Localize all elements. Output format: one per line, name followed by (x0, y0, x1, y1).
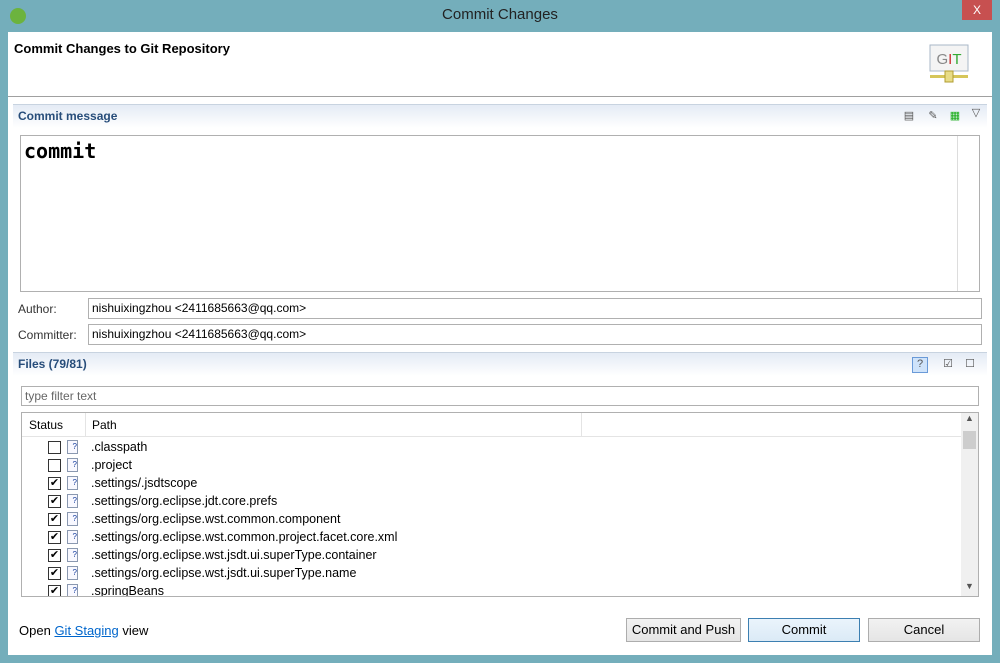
scrollbar[interactable]: ▲ ▼ (961, 413, 978, 596)
amend-icon[interactable]: ▤ (901, 109, 917, 125)
include-checkbox[interactable]: ✔ (48, 477, 61, 490)
window-title: Commit Changes (442, 6, 558, 23)
cancel-button[interactable]: Cancel (868, 618, 980, 642)
svg-text:GIT: GIT (936, 51, 961, 68)
include-checkbox[interactable]: ✔ (48, 549, 61, 562)
view-menu-icon[interactable]: ▽ (968, 106, 984, 122)
table-row[interactable]: ✔ ? .settings/org.eclipse.wst.common.pro… (22, 528, 962, 546)
committer-label: Committer: (18, 328, 77, 342)
files-section: Files (79/81) ? ☑ ☐ (13, 352, 987, 376)
table-row[interactable]: ✔ ? .settings/org.eclipse.jdt.core.prefs (22, 492, 962, 510)
author-field[interactable]: nishuixingzhou <2411685663@qq.com> (88, 298, 982, 319)
commit-and-push-button[interactable]: Commit and Push (626, 618, 741, 642)
include-checkbox[interactable]: ✔ (48, 531, 61, 544)
table-header: Status Path (22, 413, 962, 437)
show-untracked-icon[interactable]: ? (912, 357, 928, 373)
table-row[interactable]: ? .project (22, 456, 962, 474)
file-path: .settings/org.eclipse.wst.jsdt.ui.superT… (91, 566, 357, 580)
table-row[interactable]: ✔ ? .settings/.jsdtscope (22, 474, 962, 492)
file-path: .classpath (91, 440, 148, 454)
commit-button[interactable]: Commit (748, 618, 860, 642)
untracked-xml-file-icon: ? (67, 512, 78, 526)
include-checkbox[interactable] (48, 459, 61, 472)
signed-off-icon[interactable]: ✎ (925, 109, 941, 125)
dialog-body: Commit Changes to Git Repository GIT Com… (8, 32, 992, 655)
untracked-text-file-icon: ? (67, 584, 78, 596)
filter-input[interactable]: type filter text (21, 386, 979, 406)
untracked-text-file-icon: ? (67, 566, 78, 580)
untracked-xml-file-icon: ? (67, 458, 78, 472)
include-checkbox[interactable]: ✔ (48, 567, 61, 580)
file-path: .settings/org.eclipse.wst.jsdt.ui.superT… (91, 548, 377, 562)
file-path: .springBeans (91, 584, 164, 597)
close-button[interactable]: X (962, 0, 992, 20)
table-row[interactable]: ✔ ? .settings/org.eclipse.wst.jsdt.ui.su… (22, 564, 962, 582)
include-checkbox[interactable]: ✔ (48, 513, 61, 526)
staging-view-text: Open Git Staging view (19, 623, 149, 638)
untracked-xml-file-icon: ? (67, 440, 78, 454)
commit-message-section: Commit message ▤ ✎ ▦ ▽ (13, 104, 987, 128)
dialog-header: Commit Changes to Git Repository GIT (8, 32, 992, 97)
section-title: Files (79/81) (18, 357, 87, 371)
file-path: .settings/org.eclipse.wst.common.compone… (91, 512, 341, 526)
title-bar: Commit Changes X (0, 0, 1000, 32)
untracked-xml-file-icon: ? (67, 530, 78, 544)
commit-message-text: commit (24, 139, 97, 163)
file-path: .settings/.jsdtscope (91, 476, 198, 490)
include-checkbox[interactable]: ✔ (48, 585, 61, 596)
scrollbar-thumb[interactable] (963, 431, 976, 449)
column-path[interactable]: Path (92, 418, 117, 432)
table-row[interactable]: ✔ ? .settings/org.eclipse.wst.common.com… (22, 510, 962, 528)
files-table: Status Path ? .classpath ? .project ✔ ? .… (21, 412, 979, 597)
change-id-icon[interactable]: ▦ (947, 109, 963, 125)
git-staging-link[interactable]: Git Staging (54, 623, 118, 638)
commit-message-input[interactable]: commit (20, 135, 980, 292)
file-path: .project (91, 458, 132, 472)
table-row[interactable]: ? .classpath (22, 438, 962, 456)
untracked-text-file-icon: ? (67, 548, 78, 562)
committer-field[interactable]: nishuixingzhou <2411685663@qq.com> (88, 324, 982, 345)
include-checkbox[interactable] (48, 441, 61, 454)
untracked-text-file-icon: ? (67, 494, 78, 508)
select-all-icon[interactable]: ☑ (940, 357, 956, 373)
include-checkbox[interactable]: ✔ (48, 495, 61, 508)
column-status[interactable]: Status (29, 418, 63, 432)
deselect-all-icon[interactable]: ☐ (962, 357, 978, 373)
file-path: .settings/org.eclipse.wst.common.project… (91, 530, 398, 544)
section-title: Commit message (18, 109, 118, 123)
file-path: .settings/org.eclipse.jdt.core.prefs (91, 494, 278, 508)
git-logo-icon: GIT (929, 44, 969, 83)
table-row[interactable]: ✔ ? .springBeans (22, 582, 962, 597)
untracked-xml-file-icon: ? (67, 476, 78, 490)
divider (957, 136, 958, 291)
author-label: Author: (18, 302, 57, 316)
table-row[interactable]: ✔ ? .settings/org.eclipse.wst.jsdt.ui.su… (22, 546, 962, 564)
page-title: Commit Changes to Git Repository (14, 41, 230, 56)
